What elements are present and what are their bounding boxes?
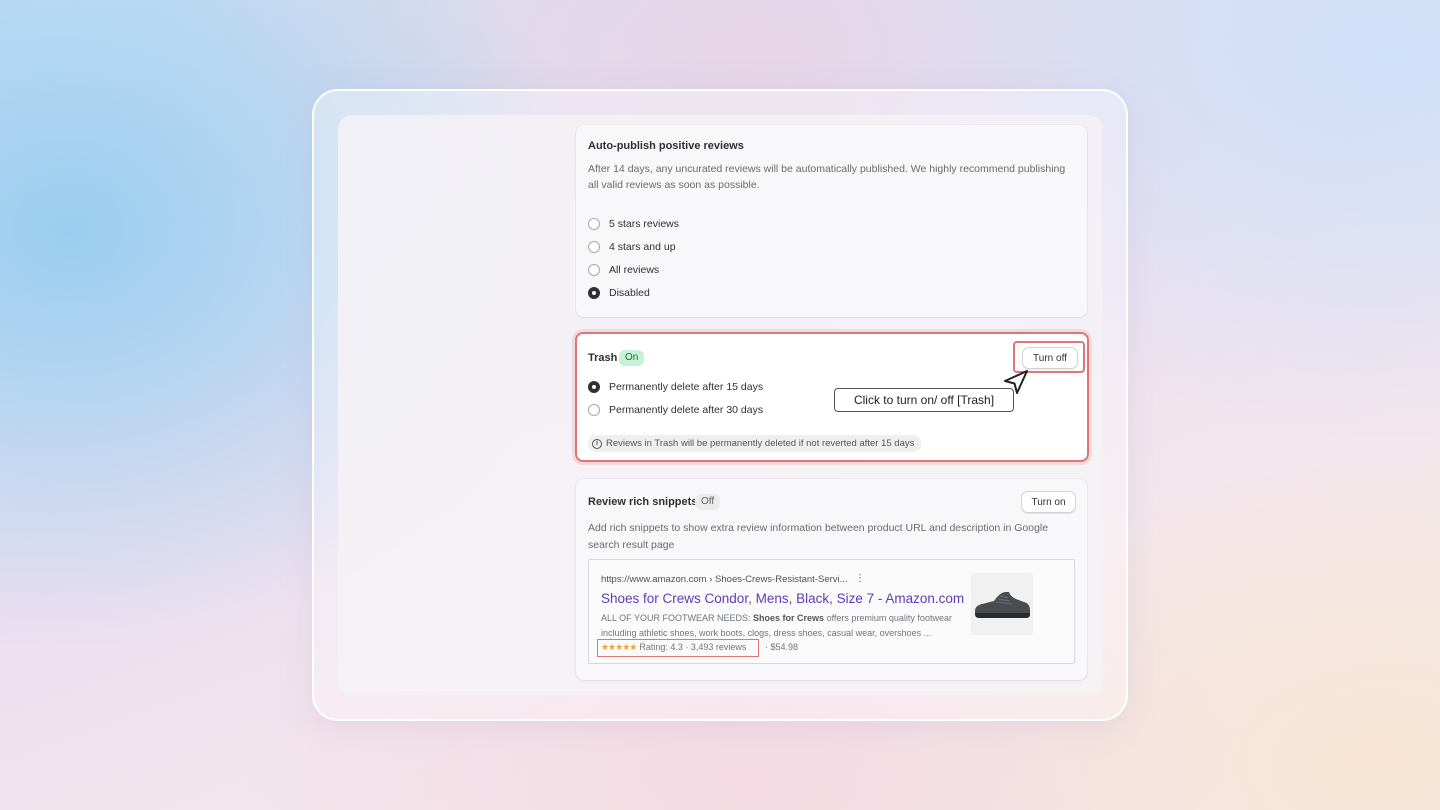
status-badge-off: Off <box>695 494 721 510</box>
radio-label: 5 stars reviews <box>609 218 680 230</box>
more-options-icon: ⋮ <box>855 573 865 584</box>
trash-info-note: i Reviews in Trash will be permanently d… <box>588 435 922 452</box>
radio-button[interactable] <box>588 404 600 416</box>
auto-publish-desc-line1: After 14 days, any uncurated reviews wil… <box>588 163 1066 175</box>
radio-button[interactable] <box>588 264 600 276</box>
serp-price: · $54.98 <box>765 642 799 652</box>
status-badge-on: On <box>619 350 645 366</box>
info-icon: i <box>592 438 602 449</box>
rich-snippets-desc-line1: Add rich snippets to show extra review i… <box>588 522 1049 534</box>
radio-button-selected[interactable] <box>588 287 600 299</box>
serp-rating-text: Rating: 4.3 · 3,493 reviews <box>639 642 747 652</box>
radio-option-delete-30-days[interactable]: Permanently delete after 30 days <box>588 404 763 416</box>
product-thumbnail <box>971 573 1033 635</box>
star-rating-icon: ★★★★★ <box>601 642 637 652</box>
radio-label: All reviews <box>609 264 660 276</box>
tooltip-callout: Click to turn on/ off [Trash] <box>834 388 1014 412</box>
serp-snippet: ALL OF YOUR FOOTWEAR NEEDS: Shoes for Cr… <box>601 611 971 641</box>
auto-publish-card: Auto-publish positive reviews After 14 d… <box>576 125 1087 317</box>
auto-publish-title: Auto-publish positive reviews <box>588 140 744 152</box>
rich-snippets-title: Review rich snippets <box>588 496 698 508</box>
shoe-icon <box>975 592 1030 618</box>
trash-title: Trash <box>588 352 618 364</box>
rich-snippets-card: Review rich snippets Off Turn on Add ric… <box>576 479 1087 680</box>
radio-option-all-reviews[interactable]: All reviews <box>588 264 659 276</box>
turn-on-button[interactable]: Turn on <box>1021 491 1076 513</box>
serp-title: Shoes for Crews Condor, Mens, Black, Siz… <box>601 591 965 606</box>
radio-button-selected[interactable] <box>588 381 600 393</box>
radio-label: Permanently delete after 15 days <box>609 381 764 393</box>
serp-rating: ★★★★★ Rating: 4.3 · 3,493 reviews <box>601 642 746 653</box>
radio-label: 4 stars and up <box>609 241 676 253</box>
serp-url: https://www.amazon.com › Shoes-Crews-Res… <box>601 574 848 585</box>
serp-snippet-pre: ALL OF YOUR FOOTWEAR NEEDS: <box>601 613 754 623</box>
serp-snippet-bold: Shoes for Crews <box>753 613 825 623</box>
search-result-preview: https://www.amazon.com › Shoes-Crews-Res… <box>588 559 1075 664</box>
radio-option-5-stars[interactable]: 5 stars reviews <box>588 218 679 230</box>
radio-button[interactable] <box>588 241 600 253</box>
radio-label: Disabled <box>609 287 650 299</box>
rich-snippets-desc-line2: search result page <box>588 539 675 551</box>
radio-button[interactable] <box>588 218 600 230</box>
radio-option-delete-15-days[interactable]: Permanently delete after 15 days <box>588 381 763 393</box>
trash-info-text: Reviews in Trash will be permanently del… <box>606 438 915 449</box>
radio-option-disabled[interactable]: Disabled <box>588 287 650 299</box>
radio-option-4-stars-up[interactable]: 4 stars and up <box>588 241 676 253</box>
cursor-arrow-icon <box>1004 370 1028 394</box>
auto-publish-desc-line2: all valid reviews as soon as possible. <box>588 179 760 191</box>
radio-label: Permanently delete after 30 days <box>609 404 764 416</box>
